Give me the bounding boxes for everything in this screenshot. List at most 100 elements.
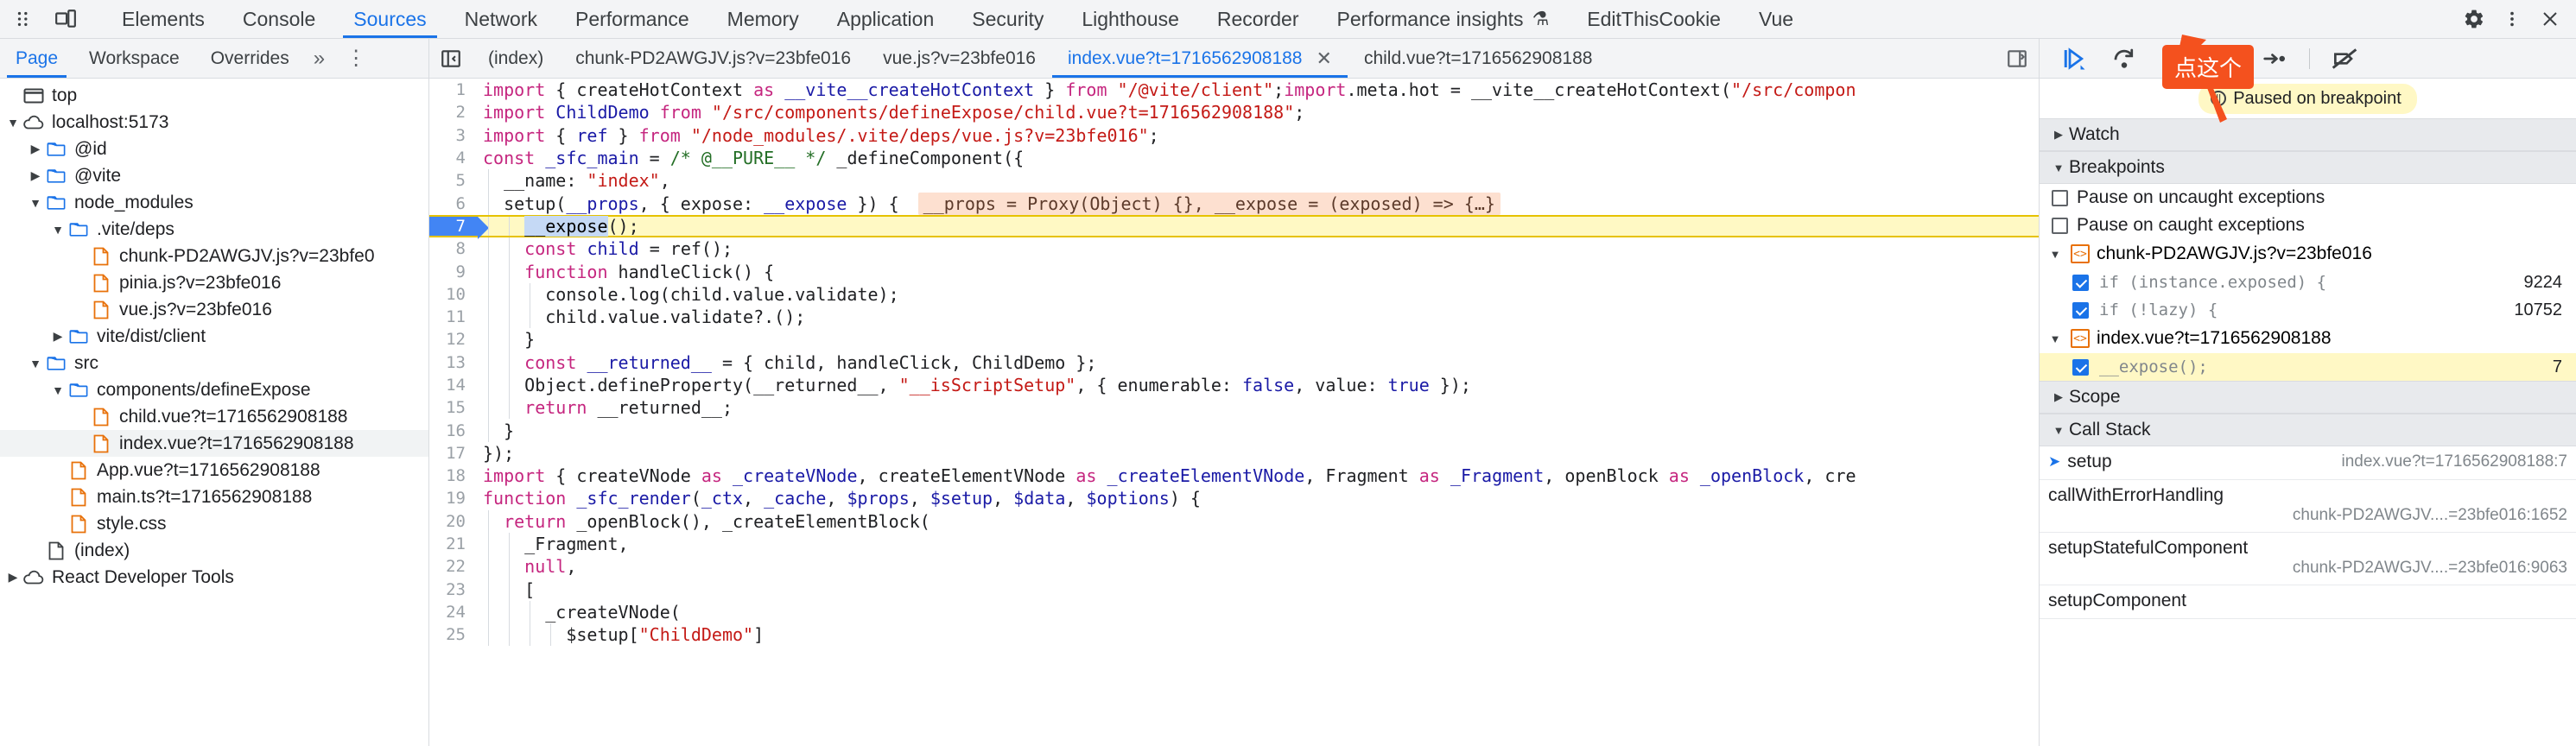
more-tools-icon[interactable] — [5, 2, 43, 36]
navigator-more-tabs-icon[interactable]: » — [305, 47, 333, 71]
chevron-right-icon[interactable]: ▶ — [28, 142, 43, 156]
line-number[interactable]: 6 — [429, 194, 478, 213]
editor-tab-0[interactable]: (index) — [473, 39, 560, 78]
line-number[interactable]: 7 — [429, 217, 478, 236]
panel-tab-recorder[interactable]: Recorder — [1198, 0, 1318, 38]
panel-tab-performance-insights[interactable]: Performance insights⚗ — [1318, 0, 1569, 38]
pause-uncaught-checkbox[interactable] — [2052, 190, 2068, 206]
gear-icon[interactable] — [2455, 2, 2493, 36]
panel-tab-elements[interactable]: Elements — [103, 0, 224, 38]
code-line[interactable]: 1import { createHotContext as __vite__cr… — [429, 79, 2039, 101]
navigator-tab-page[interactable]: Page — [0, 39, 73, 78]
call-stack-frame[interactable]: setupComponent — [2040, 585, 2576, 619]
breakpoint-item[interactable]: if (instance.exposed) {9224 — [2040, 269, 2576, 296]
panel-tab-console[interactable]: Console — [224, 0, 334, 38]
chevron-right-icon[interactable]: ▶ — [50, 329, 66, 344]
code-line[interactable]: 9 function handleClick() { — [429, 260, 2039, 282]
file-tree-row[interactable]: App.vue?t=1716562908188 — [0, 457, 428, 484]
file-tree-row[interactable]: index.vue?t=1716562908188 — [0, 430, 428, 457]
file-tree-row[interactable]: (index) — [0, 537, 428, 564]
close-icon[interactable] — [2531, 2, 2569, 36]
line-number[interactable]: 21 — [429, 534, 478, 553]
chevron-down-icon[interactable]: ▼ — [5, 116, 21, 130]
editor-tab-2[interactable]: vue.js?v=23bfe016 — [867, 39, 1052, 78]
line-number[interactable]: 11 — [429, 307, 478, 326]
code-line[interactable]: 25 $setup["ChildDemo"] — [429, 623, 2039, 646]
line-number[interactable]: 8 — [429, 239, 478, 258]
line-number[interactable]: 10 — [429, 285, 478, 304]
call-stack-frame[interactable]: ➤setupindex.vue?t=1716562908188:7 — [2040, 446, 2576, 480]
line-number[interactable]: 14 — [429, 376, 478, 395]
code-line[interactable]: 15 return __returned__; — [429, 396, 2039, 419]
line-number[interactable]: 25 — [429, 625, 478, 644]
editor-tab-1[interactable]: chunk-PD2AWGJV.js?v=23bfe016 — [560, 39, 867, 78]
file-tree-row[interactable]: ▼.vite/deps — [0, 216, 428, 243]
breakpoint-checkbox[interactable] — [2072, 359, 2089, 376]
panel-tab-network[interactable]: Network — [446, 0, 556, 38]
code-line[interactable]: 2import ChildDemo from "/src/components/… — [429, 101, 2039, 123]
chevron-down-icon[interactable]: ▼ — [50, 223, 66, 237]
line-number[interactable]: 2 — [429, 103, 478, 122]
watch-section-header[interactable]: ▶ Watch — [2040, 118, 2576, 151]
line-number[interactable]: 13 — [429, 353, 478, 372]
deactivate-breakpoints-button[interactable] — [2324, 41, 2365, 76]
line-number[interactable]: 17 — [429, 444, 478, 463]
file-tree-row[interactable]: child.vue?t=1716562908188 — [0, 403, 428, 430]
collapse-navigator-icon[interactable] — [429, 39, 473, 78]
file-tree-row[interactable]: ▶@vite — [0, 162, 428, 189]
editor-tab-close-icon[interactable]: ✕ — [1317, 47, 1332, 70]
line-number[interactable]: 22 — [429, 557, 478, 576]
chevron-down-icon[interactable]: ▼ — [28, 196, 43, 210]
panel-tab-editthiscookie[interactable]: EditThisCookie — [1568, 0, 1740, 38]
source-code-editor[interactable]: 1import { createHotContext as __vite__cr… — [429, 79, 2039, 746]
editor-tab-3[interactable]: index.vue?t=1716562908188✕ — [1052, 39, 1348, 78]
breakpoint-item[interactable]: __expose();7 — [2040, 353, 2576, 381]
step-over-button[interactable] — [2103, 41, 2145, 76]
file-tree-row[interactable]: ▼localhost:5173 — [0, 109, 428, 136]
code-line[interactable]: 19function _sfc_render(_ctx, _cache, $pr… — [429, 487, 2039, 509]
file-tree-row[interactable]: ▶React Developer Tools — [0, 564, 428, 591]
chevron-down-icon[interactable]: ▼ — [28, 357, 43, 370]
breakpoint-group-header[interactable]: ▼<>index.vue?t=1716562908188 — [2040, 324, 2576, 353]
code-line[interactable]: 3import { ref } from "/node_modules/.vit… — [429, 124, 2039, 147]
line-number[interactable]: 3 — [429, 126, 478, 145]
code-line[interactable]: 23 [ — [429, 578, 2039, 601]
code-line[interactable]: 12 } — [429, 328, 2039, 351]
line-number[interactable]: 19 — [429, 489, 478, 508]
navigator-kebab-icon[interactable]: ⋮ — [333, 46, 378, 71]
scope-section-header[interactable]: ▶ Scope — [2040, 381, 2576, 414]
breakpoint-item[interactable]: if (!lazy) {10752 — [2040, 296, 2576, 324]
panel-tab-sources[interactable]: Sources — [334, 0, 445, 38]
file-tree-row[interactable]: ▼src — [0, 350, 428, 376]
line-number[interactable]: 5 — [429, 171, 478, 190]
pause-uncaught-exceptions-row[interactable]: Pause on uncaught exceptions — [2040, 184, 2576, 212]
line-number[interactable]: 24 — [429, 603, 478, 622]
line-number[interactable]: 9 — [429, 262, 478, 281]
breakpoint-checkbox[interactable] — [2072, 302, 2089, 319]
breakpoint-checkbox[interactable] — [2072, 275, 2089, 291]
breakpoint-group-header[interactable]: ▼<>chunk-PD2AWGJV.js?v=23bfe016 — [2040, 239, 2576, 269]
file-tree-row[interactable]: ▼node_modules — [0, 189, 428, 216]
file-tree-row[interactable]: style.css — [0, 510, 428, 537]
breakpoints-section-header[interactable]: ▼ Breakpoints — [2040, 151, 2576, 184]
code-line[interactable]: 16 } — [429, 419, 2039, 441]
file-tree-row[interactable]: chunk-PD2AWGJV.js?v=23bfe0 — [0, 243, 428, 269]
file-tree-row[interactable]: ▼components/defineExpose — [0, 376, 428, 403]
code-line[interactable]: 21 _Fragment, — [429, 533, 2039, 555]
kebab-icon[interactable] — [2493, 2, 2531, 36]
panel-tab-vue[interactable]: Vue — [1740, 0, 1812, 38]
file-navigator-tree[interactable]: top▼localhost:5173▶@id▶@vite▼node_module… — [0, 79, 429, 746]
file-tree-row[interactable]: main.ts?t=1716562908188 — [0, 484, 428, 510]
line-number[interactable]: 16 — [429, 421, 478, 440]
chevron-right-icon[interactable]: ▶ — [5, 570, 21, 585]
line-number[interactable]: 15 — [429, 398, 478, 417]
code-line[interactable]: 6 setup(__props, { expose: __expose }) {… — [429, 192, 2039, 214]
call-stack-frame[interactable]: callWithErrorHandlingchunk-PD2AWGJV....=… — [2040, 480, 2576, 533]
line-number[interactable]: 12 — [429, 330, 478, 349]
code-line-current[interactable]: 7 __expose(); — [429, 215, 2039, 237]
chevron-down-icon[interactable]: ▼ — [50, 383, 66, 397]
panel-tab-security[interactable]: Security — [953, 0, 1063, 38]
panel-tab-lighthouse[interactable]: Lighthouse — [1063, 0, 1198, 38]
expand-debugger-icon[interactable] — [1995, 39, 2039, 78]
pause-caught-checkbox[interactable] — [2052, 218, 2068, 234]
